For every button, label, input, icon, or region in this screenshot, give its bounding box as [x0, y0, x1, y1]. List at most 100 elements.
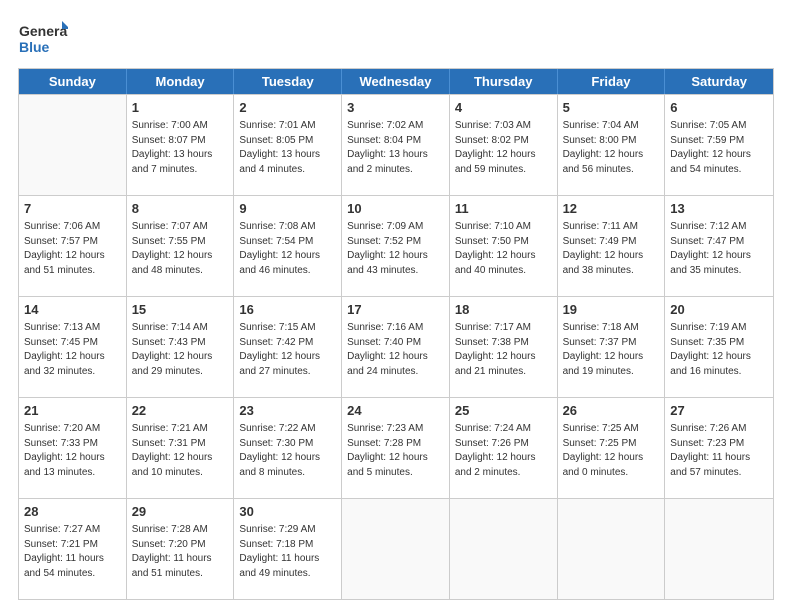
day-number: 17 [347, 301, 444, 319]
day-info: Sunrise: 7:27 AM Sunset: 7:21 PM Dayligh… [24, 523, 121, 581]
day-info: Sunrise: 7:17 AM Sunset: 7:38 PM Dayligh… [455, 321, 552, 379]
day-headers: SundayMondayTuesdayWednesdayThursdayFrid… [19, 69, 773, 94]
day-info: Sunrise: 7:18 AM Sunset: 7:37 PM Dayligh… [563, 321, 660, 379]
day-number: 23 [239, 402, 336, 420]
day-info: Sunrise: 7:22 AM Sunset: 7:30 PM Dayligh… [239, 422, 336, 480]
day-header-wednesday: Wednesday [342, 69, 450, 94]
day-number: 1 [132, 99, 229, 117]
day-info: Sunrise: 7:11 AM Sunset: 7:49 PM Dayligh… [563, 220, 660, 278]
calendar-cell [342, 499, 450, 599]
day-number: 15 [132, 301, 229, 319]
calendar-cell: 3Sunrise: 7:02 AM Sunset: 8:04 PM Daylig… [342, 95, 450, 195]
weeks: 1 Sunrise: 7:00 AM Sunset: 8:07 PM Daylig… [19, 94, 773, 599]
calendar-cell: 29 Sunrise: 7:28 AM Sunset: 7:20 PM Dayli… [127, 499, 235, 599]
day-number: 13 [670, 200, 768, 218]
day-number: 11 [455, 200, 552, 218]
calendar-cell: 8Sunrise: 7:07 AM Sunset: 7:55 PM Daylig… [127, 196, 235, 296]
day-info: Sunrise: 7:13 AM Sunset: 7:45 PM Dayligh… [24, 321, 121, 379]
day-info: Sunrise: 7:00 AM Sunset: 8:07 PM Dayligh… [132, 119, 229, 177]
calendar-cell: 16Sunrise: 7:15 AM Sunset: 7:42 PM Dayli… [234, 297, 342, 397]
logo: General Blue [18, 18, 68, 58]
day-info: Sunrise: 7:25 AM Sunset: 7:25 PM Dayligh… [563, 422, 660, 480]
svg-text:General: General [19, 23, 68, 39]
header: General Blue [18, 18, 774, 58]
calendar: SundayMondayTuesdayWednesdayThursdayFrid… [18, 68, 774, 600]
calendar-cell: 22Sunrise: 7:21 AM Sunset: 7:31 PM Dayli… [127, 398, 235, 498]
day-number: 21 [24, 402, 121, 420]
calendar-cell: 28 Sunrise: 7:27 AM Sunset: 7:21 PM Dayli… [19, 499, 127, 599]
day-header-friday: Friday [558, 69, 666, 94]
calendar-cell: 6Sunrise: 7:05 AM Sunset: 7:59 PM Daylig… [665, 95, 773, 195]
page: General Blue SundayMondayTuesdayWednesda… [0, 0, 792, 612]
day-info: Sunrise: 7:23 AM Sunset: 7:28 PM Dayligh… [347, 422, 444, 480]
calendar-cell: 14 Sunrise: 7:13 AM Sunset: 7:45 PM Dayli… [19, 297, 127, 397]
calendar-cell: 21 Sunrise: 7:20 AM Sunset: 7:33 PM Dayli… [19, 398, 127, 498]
day-number: 27 [670, 402, 768, 420]
calendar-cell: 19 Sunrise: 7:18 AM Sunset: 7:37 PM Dayli… [558, 297, 666, 397]
day-info: Sunrise: 7:29 AM Sunset: 7:18 PM Dayligh… [239, 523, 336, 581]
day-header-thursday: Thursday [450, 69, 558, 94]
calendar-cell: 20 Sunrise: 7:19 AM Sunset: 7:35 PM Dayli… [665, 297, 773, 397]
day-number: 29 [132, 503, 229, 521]
day-info: Sunrise: 7:28 AM Sunset: 7:20 PM Dayligh… [132, 523, 229, 581]
day-number: 16 [239, 301, 336, 319]
calendar-cell: 13 Sunrise: 7:12 AM Sunset: 7:47 PM Dayli… [665, 196, 773, 296]
day-info: Sunrise: 7:06 AM Sunset: 7:57 PM Dayligh… [24, 220, 121, 278]
day-number: 26 [563, 402, 660, 420]
day-info: Sunrise: 7:07 AM Sunset: 7:55 PM Dayligh… [132, 220, 229, 278]
calendar-cell [558, 499, 666, 599]
calendar-cell: 23 Sunrise: 7:22 AM Sunset: 7:30 PM Dayli… [234, 398, 342, 498]
day-number: 12 [563, 200, 660, 218]
day-number: 19 [563, 301, 660, 319]
day-number: 7 [24, 200, 121, 218]
calendar-cell: 12 Sunrise: 7:11 AM Sunset: 7:49 PM Dayli… [558, 196, 666, 296]
day-number: 24 [347, 402, 444, 420]
week-row-3: 14 Sunrise: 7:13 AM Sunset: 7:45 PM Dayli… [19, 296, 773, 397]
day-header-monday: Monday [127, 69, 235, 94]
day-header-saturday: Saturday [665, 69, 773, 94]
day-info: Sunrise: 7:16 AM Sunset: 7:40 PM Dayligh… [347, 321, 444, 379]
week-row-1: 1 Sunrise: 7:00 AM Sunset: 8:07 PM Daylig… [19, 94, 773, 195]
calendar-cell: 9 Sunrise: 7:08 AM Sunset: 7:54 PM Daylig… [234, 196, 342, 296]
day-info: Sunrise: 7:12 AM Sunset: 7:47 PM Dayligh… [670, 220, 768, 278]
day-info: Sunrise: 7:19 AM Sunset: 7:35 PM Dayligh… [670, 321, 768, 379]
calendar-cell: 2Sunrise: 7:01 AM Sunset: 8:05 PM Daylig… [234, 95, 342, 195]
day-number: 28 [24, 503, 121, 521]
calendar-cell [19, 95, 127, 195]
day-info: Sunrise: 7:10 AM Sunset: 7:50 PM Dayligh… [455, 220, 552, 278]
calendar-cell: 7 Sunrise: 7:06 AM Sunset: 7:57 PM Daylig… [19, 196, 127, 296]
day-info: Sunrise: 7:03 AM Sunset: 8:02 PM Dayligh… [455, 119, 552, 177]
day-number: 14 [24, 301, 121, 319]
day-number: 25 [455, 402, 552, 420]
calendar-cell: 17 Sunrise: 7:16 AM Sunset: 7:40 PM Dayli… [342, 297, 450, 397]
calendar-cell: 18Sunrise: 7:17 AM Sunset: 7:38 PM Dayli… [450, 297, 558, 397]
day-header-tuesday: Tuesday [234, 69, 342, 94]
calendar-cell [450, 499, 558, 599]
calendar-cell: 5 Sunrise: 7:04 AM Sunset: 8:00 PM Daylig… [558, 95, 666, 195]
day-number: 22 [132, 402, 229, 420]
week-row-4: 21 Sunrise: 7:20 AM Sunset: 7:33 PM Dayli… [19, 397, 773, 498]
day-number: 9 [239, 200, 336, 218]
day-number: 20 [670, 301, 768, 319]
week-row-2: 7 Sunrise: 7:06 AM Sunset: 7:57 PM Daylig… [19, 195, 773, 296]
week-row-5: 28 Sunrise: 7:27 AM Sunset: 7:21 PM Dayli… [19, 498, 773, 599]
calendar-cell: 25Sunrise: 7:24 AM Sunset: 7:26 PM Dayli… [450, 398, 558, 498]
calendar-cell: 30Sunrise: 7:29 AM Sunset: 7:18 PM Dayli… [234, 499, 342, 599]
day-info: Sunrise: 7:08 AM Sunset: 7:54 PM Dayligh… [239, 220, 336, 278]
calendar-cell: 11 Sunrise: 7:10 AM Sunset: 7:50 PM Dayli… [450, 196, 558, 296]
calendar-cell: 26 Sunrise: 7:25 AM Sunset: 7:25 PM Dayli… [558, 398, 666, 498]
day-header-sunday: Sunday [19, 69, 127, 94]
calendar-cell: 1 Sunrise: 7:00 AM Sunset: 8:07 PM Daylig… [127, 95, 235, 195]
calendar-cell [665, 499, 773, 599]
calendar-cell: 15Sunrise: 7:14 AM Sunset: 7:43 PM Dayli… [127, 297, 235, 397]
day-number: 10 [347, 200, 444, 218]
calendar-cell: 24 Sunrise: 7:23 AM Sunset: 7:28 PM Dayli… [342, 398, 450, 498]
day-info: Sunrise: 7:02 AM Sunset: 8:04 PM Dayligh… [347, 119, 444, 177]
day-info: Sunrise: 7:20 AM Sunset: 7:33 PM Dayligh… [24, 422, 121, 480]
day-number: 5 [563, 99, 660, 117]
calendar-cell: 10 Sunrise: 7:09 AM Sunset: 7:52 PM Dayli… [342, 196, 450, 296]
day-info: Sunrise: 7:26 AM Sunset: 7:23 PM Dayligh… [670, 422, 768, 480]
calendar-cell: 27 Sunrise: 7:26 AM Sunset: 7:23 PM Dayli… [665, 398, 773, 498]
day-info: Sunrise: 7:04 AM Sunset: 8:00 PM Dayligh… [563, 119, 660, 177]
day-info: Sunrise: 7:09 AM Sunset: 7:52 PM Dayligh… [347, 220, 444, 278]
